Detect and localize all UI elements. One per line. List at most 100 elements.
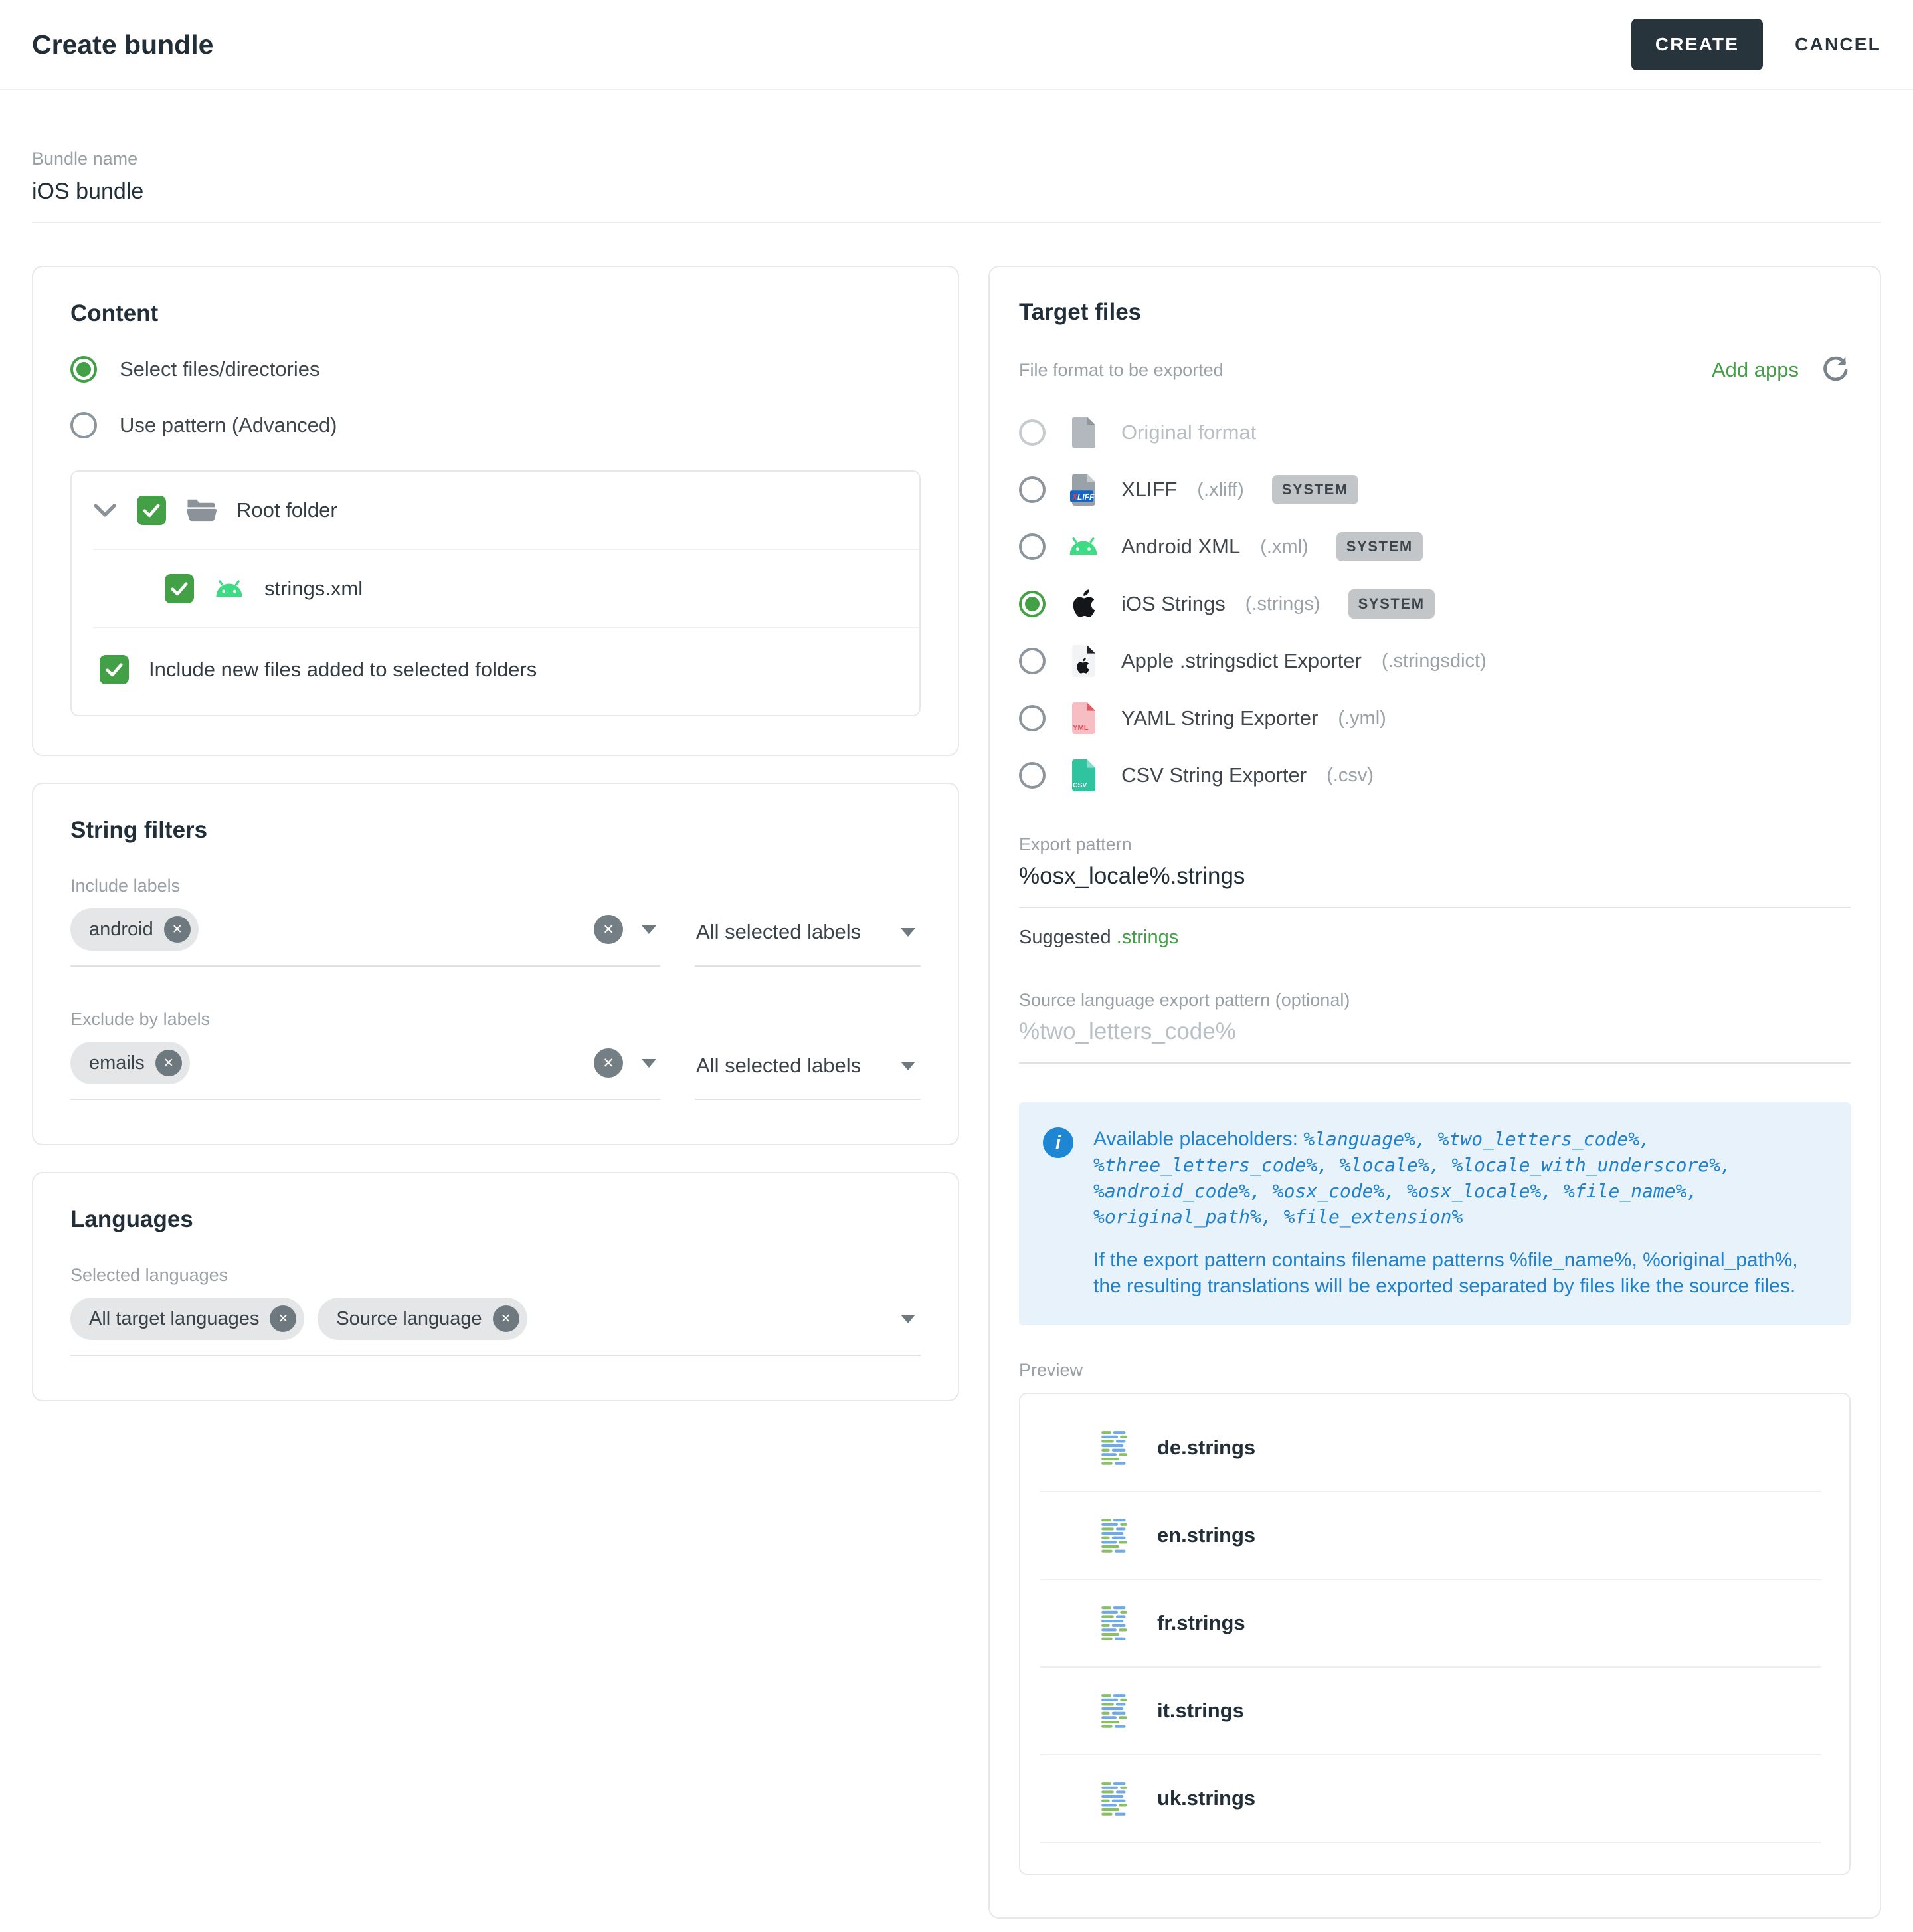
system-badge: SYSTEM xyxy=(1272,475,1358,504)
clear-field-icon[interactable]: ✕ xyxy=(594,915,623,944)
android-file-icon xyxy=(214,580,244,598)
folder-icon xyxy=(186,498,217,523)
include-new-files-label: Include new files added to selected fold… xyxy=(149,658,537,682)
include-labels-label: Include labels xyxy=(70,876,921,896)
android-icon xyxy=(1067,537,1099,556)
bundle-name-input[interactable] xyxy=(32,169,1881,223)
xliff-file-icon xyxy=(1070,474,1097,506)
strings-file-icon xyxy=(1101,1781,1132,1816)
preview-file-row: de.strings xyxy=(1020,1404,1849,1491)
header: Create bundle CREATE CANCEL xyxy=(0,0,1913,90)
chevron-down-icon[interactable] xyxy=(93,502,117,518)
radio-selected-icon[interactable] xyxy=(70,356,97,383)
csv-file-icon xyxy=(1070,759,1097,791)
exclude-labels-label: Exclude by labels xyxy=(70,1009,921,1030)
tree-row-root-folder[interactable]: Root folder xyxy=(72,472,919,549)
check-icon xyxy=(141,500,162,521)
format-option-xliff[interactable]: XLIFF (.xliff) SYSTEM xyxy=(1019,461,1851,518)
format-option-android-xml[interactable]: Android XML (.xml) SYSTEM xyxy=(1019,518,1851,575)
strings-xml-checkbox[interactable] xyxy=(165,574,194,603)
page-title: Create bundle xyxy=(32,29,213,60)
strings-file-icon xyxy=(1101,1693,1132,1729)
include-match-select[interactable]: All selected labels xyxy=(695,908,921,967)
caret-down-icon xyxy=(901,928,915,937)
format-list: Original format XLIFF (.xliff) SYSTEM An… xyxy=(1019,404,1851,804)
remove-chip-icon[interactable]: ✕ xyxy=(270,1305,296,1332)
preview-file-row: it.strings xyxy=(1020,1668,1849,1754)
refresh-icon[interactable] xyxy=(1820,355,1851,385)
format-option-stringsdict[interactable]: Apple .stringsdict Exporter (.stringsdic… xyxy=(1019,632,1851,690)
label-chip-android: android ✕ xyxy=(70,908,199,951)
radio-unselected-icon[interactable] xyxy=(1019,705,1046,731)
caret-down-icon[interactable] xyxy=(901,1315,915,1323)
system-badge: SYSTEM xyxy=(1336,532,1423,561)
remove-chip-icon[interactable]: ✕ xyxy=(155,1050,182,1076)
format-option-ios-strings[interactable]: iOS Strings (.strings) SYSTEM xyxy=(1019,575,1851,632)
radio-unselected-icon[interactable] xyxy=(1019,762,1046,789)
radio-unselected-icon[interactable] xyxy=(1019,648,1046,674)
option-use-pattern[interactable]: Use pattern (Advanced) xyxy=(70,412,921,438)
string-filters-title: String filters xyxy=(70,817,921,844)
source-pattern-label: Source language export pattern (optional… xyxy=(1019,990,1851,1011)
option-use-pattern-label: Use pattern (Advanced) xyxy=(120,413,337,437)
target-files-card: Target files File format to be exported … xyxy=(988,266,1881,1919)
radio-unselected-icon[interactable] xyxy=(70,412,97,438)
languages-title: Languages xyxy=(70,1207,921,1233)
info-intro: Available placeholders: xyxy=(1093,1128,1298,1150)
export-pattern-input[interactable] xyxy=(1019,855,1851,908)
preview-file-row: en.strings xyxy=(1020,1492,1849,1579)
preview-list: de.strings en.strings fr.strings xyxy=(1019,1393,1851,1875)
export-pattern-label: Export pattern xyxy=(1019,834,1851,855)
create-bundle-page: { "page": { "title": "Create bundle" }, … xyxy=(0,0,1913,1932)
radio-selected-icon[interactable] xyxy=(1019,591,1046,617)
preview-file-row: fr.strings xyxy=(1020,1580,1849,1666)
exclude-labels-field[interactable]: emails ✕ ✕ xyxy=(70,1042,660,1100)
cancel-button[interactable]: CANCEL xyxy=(1795,34,1881,55)
include-new-files-checkbox[interactable] xyxy=(100,655,129,684)
suggested-pattern: Suggested .strings xyxy=(1019,927,1851,949)
system-badge: SYSTEM xyxy=(1348,589,1435,619)
label-chip-emails: emails ✕ xyxy=(70,1042,190,1084)
selected-languages-label: Selected languages xyxy=(70,1265,921,1286)
suggested-pattern-link[interactable]: .strings xyxy=(1117,927,1178,948)
format-option-original[interactable]: Original format xyxy=(1019,404,1851,461)
strings-file-icon xyxy=(1101,1430,1132,1466)
languages-card: Languages Selected languages All target … xyxy=(32,1172,959,1401)
target-files-title: Target files xyxy=(1019,299,1851,326)
preview-label: Preview xyxy=(1019,1360,1851,1381)
file-icon xyxy=(1070,417,1097,448)
content-card: Content Select files/directories Use pat… xyxy=(32,266,959,756)
remove-chip-icon[interactable]: ✕ xyxy=(164,916,191,943)
clear-field-icon[interactable]: ✕ xyxy=(594,1048,623,1078)
format-option-csv[interactable]: CSV String Exporter (.csv) xyxy=(1019,747,1851,804)
caret-down-icon[interactable] xyxy=(642,1059,656,1068)
apple-icon xyxy=(1071,589,1096,619)
root-folder-checkbox[interactable] xyxy=(137,496,166,525)
string-filters-card: String filters Include labels android ✕ … xyxy=(32,783,959,1145)
option-select-files[interactable]: Select files/directories xyxy=(70,356,921,383)
bundle-name-field-group: Bundle name xyxy=(32,149,1881,223)
check-icon xyxy=(104,659,125,680)
tree-row-strings-xml[interactable]: strings.xml xyxy=(72,550,919,627)
file-tree: Root folder strings.xml Include new file… xyxy=(70,470,921,716)
language-chip-all-target: All target languages ✕ xyxy=(70,1298,304,1340)
selected-languages-field[interactable]: All target languages ✕ Source language ✕ xyxy=(70,1298,921,1356)
content-title: Content xyxy=(70,300,921,327)
language-chip-source: Source language ✕ xyxy=(318,1298,527,1340)
radio-unselected-icon[interactable] xyxy=(1019,476,1046,503)
file-format-label: File format to be exported xyxy=(1019,360,1224,381)
remove-chip-icon[interactable]: ✕ xyxy=(493,1305,519,1332)
include-new-files-row[interactable]: Include new files added to selected fold… xyxy=(72,628,919,715)
include-labels-field[interactable]: android ✕ ✕ xyxy=(70,908,660,967)
caret-down-icon[interactable] xyxy=(642,925,656,934)
strings-xml-label: strings.xml xyxy=(264,577,363,601)
bundle-name-label: Bundle name xyxy=(32,149,1881,169)
format-option-yaml[interactable]: YAML String Exporter (.yml) xyxy=(1019,690,1851,747)
source-pattern-input[interactable] xyxy=(1019,1011,1851,1064)
create-button[interactable]: CREATE xyxy=(1631,19,1763,70)
add-apps-link[interactable]: Add apps xyxy=(1712,358,1799,382)
radio-unselected-icon[interactable] xyxy=(1019,533,1046,560)
placeholders-info-box: i Available placeholders: %language%, %t… xyxy=(1019,1102,1851,1325)
exclude-match-select[interactable]: All selected labels xyxy=(695,1042,921,1100)
info-note: If the export pattern contains filename … xyxy=(1093,1247,1823,1299)
